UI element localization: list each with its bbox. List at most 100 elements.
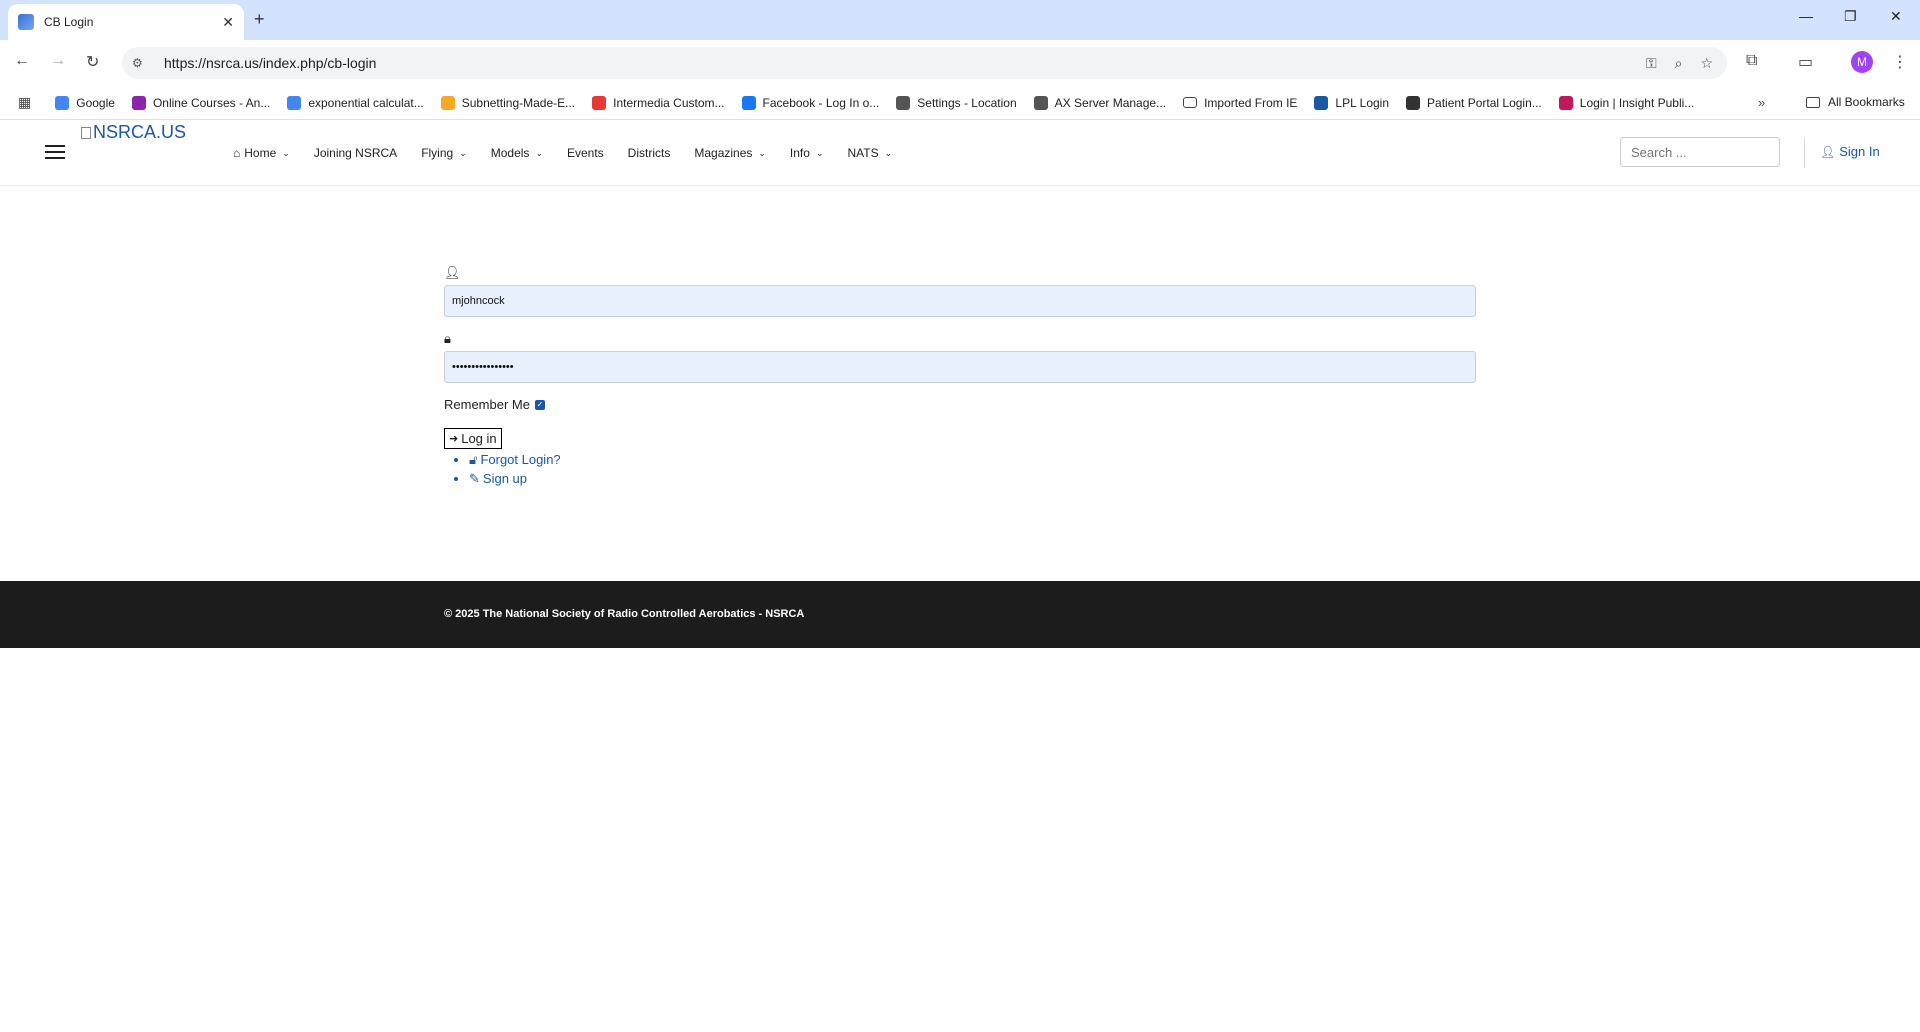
nav-item-flying[interactable]: Flying ⌄ — [421, 146, 467, 160]
nav-item-label: Joining NSRCA — [313, 146, 398, 160]
bookmark-label: Intermedia Custom... — [613, 95, 725, 110]
restore-icon[interactable]: ❐ — [1844, 8, 1857, 25]
bookmark-label: Login | Insight Publi... — [1579, 95, 1695, 110]
nav-item-models[interactable]: Models ⌄ — [491, 146, 543, 160]
broken-image-icon — [81, 126, 91, 139]
bookmark-item[interactable]: Subnetting-Made-E... — [440, 95, 576, 110]
login-button[interactable]: ➜ Log in — [444, 428, 502, 449]
back-icon[interactable]: ← — [14, 52, 30, 70]
chevron-down-icon: ⌄ — [459, 147, 467, 158]
chevron-down-icon: ⌄ — [884, 147, 893, 158]
bookmark-favicon-icon — [131, 95, 146, 110]
bookmark-item[interactable]: LPL Login — [1314, 95, 1390, 110]
nav-item-label: NATS — [847, 146, 879, 160]
header-divider — [1804, 138, 1805, 168]
zoom-icon[interactable]: ⌕ — [1675, 55, 1683, 72]
bookmark-label: Patient Portal Login... — [1427, 95, 1542, 110]
bookmarks-bar: ▦ Google Online Courses - An... exponentia… — [0, 86, 1920, 120]
site-info-icon[interactable]: ⚙ — [132, 56, 152, 70]
home-icon: ⌂ — [233, 146, 241, 160]
bookmark-item[interactable]: Online Courses - An... — [131, 95, 271, 110]
bookmark-item[interactable]: Settings - Location — [896, 95, 1017, 110]
reload-icon[interactable]: ↻ — [86, 52, 99, 72]
bookmark-favicon-icon — [1558, 95, 1573, 110]
nav-item-home[interactable]: ⌂ Home ⌄ — [233, 146, 290, 160]
chevron-down-icon: ⌄ — [535, 147, 543, 158]
browser-tab[interactable]: CB Login ✕ — [8, 4, 244, 40]
nav-item-events[interactable]: Events — [567, 146, 604, 160]
login-form: 👤︎ 🔒︎ Remember Me ✓ ➜ Log in 🔓︎Forgot Lo… — [444, 265, 1476, 490]
bookmark-item[interactable]: Imported From IE — [1183, 96, 1297, 110]
remember-me: Remember Me ✓ — [444, 397, 1476, 412]
all-bookmarks-button[interactable]: All Bookmarks — [1806, 95, 1905, 109]
bookmark-star-icon[interactable]: ☆ — [1700, 55, 1713, 72]
tab-close-icon[interactable]: ✕ — [222, 14, 234, 31]
bookmark-item[interactable]: AX Server Manage... — [1033, 95, 1166, 110]
password-key-icon[interactable]: ⚿ — [1646, 55, 1657, 72]
remember-me-checkbox[interactable]: ✓ — [534, 399, 545, 410]
bookmark-favicon-icon — [55, 95, 70, 110]
bookmark-favicon-icon — [440, 95, 455, 110]
bookmark-label: Google — [76, 95, 115, 110]
nav-item-label: Flying — [421, 146, 454, 160]
extensions-icon[interactable]: ⧉ — [1746, 52, 1757, 70]
bookmark-favicon-icon — [741, 95, 756, 110]
chevron-down-icon: ⌄ — [282, 147, 290, 158]
site-logo[interactable]: NSRCA.US — [81, 122, 186, 143]
nav-item-magazines[interactable]: Magazines ⌄ — [694, 146, 766, 160]
bookmark-label: LPL Login — [1335, 95, 1390, 110]
bookmark-label: Online Courses - An... — [152, 95, 271, 110]
nav-item-label: Info — [789, 146, 810, 160]
bookmark-item[interactable]: exponential calculat... — [287, 95, 424, 110]
user-icon: 👤︎ — [1820, 144, 1836, 159]
login-button-label: Log in — [461, 431, 497, 446]
login-links: 🔓︎Forgot Login? ✎Sign up — [469, 452, 1476, 487]
chevron-down-icon: ⌄ — [758, 147, 766, 158]
window-close-icon[interactable]: ✕ — [1890, 8, 1902, 25]
address-bar[interactable]: ⚙ https://nsrca.us/index.php/cb-login ⚿ … — [122, 47, 1727, 79]
menu-icon[interactable]: ⋮ — [1892, 52, 1908, 72]
bookmark-item[interactable]: Intermedia Custom... — [592, 95, 725, 110]
tab-favicon-icon — [18, 14, 34, 30]
bookmark-item[interactable]: Facebook - Log In o... — [741, 95, 879, 110]
bookmark-label: Settings - Location — [917, 95, 1017, 110]
sign-in-arrow-icon: ➜ — [449, 433, 459, 445]
nav-item-info[interactable]: Info ⌄ — [790, 146, 824, 160]
edit-icon: ✎ — [469, 471, 480, 486]
forgot-login-link[interactable]: Forgot Login? — [480, 452, 560, 467]
hamburger-menu-icon[interactable] — [45, 145, 65, 163]
tab-title: CB Login — [44, 15, 94, 29]
sign-up-link[interactable]: Sign up — [483, 471, 527, 486]
username-field[interactable] — [444, 285, 1476, 317]
new-tab-icon[interactable]: + — [254, 9, 265, 30]
nav-item-label: Districts — [627, 146, 671, 160]
sign-in-link[interactable]: 👤︎ Sign In — [1820, 144, 1880, 159]
apps-grid-icon[interactable]: ▦ — [18, 94, 31, 111]
browser-toolbar: ← → ↻ ⚙ https://nsrca.us/index.php/cb-lo… — [0, 40, 1920, 86]
nav-item-label: Magazines — [694, 146, 753, 160]
bookmark-favicon-icon — [1033, 95, 1048, 110]
footer-copyright: © 2025 The National Society of Radio Con… — [444, 608, 805, 620]
tab-search-icon[interactable]: ▭ — [1798, 52, 1813, 72]
bookmarks-list: Google Online Courses - An... exponential … — [55, 95, 1711, 110]
site-search-input[interactable] — [1620, 137, 1780, 167]
minimize-icon[interactable]: — — [1799, 8, 1813, 24]
bookmark-favicon-icon — [896, 95, 911, 110]
bookmark-item[interactable]: Login | Insight Publi... — [1558, 95, 1695, 110]
url-text: https://nsrca.us/index.php/cb-login — [164, 55, 377, 71]
bookmark-label: Subnetting-Made-E... — [461, 95, 576, 110]
bookmark-favicon-icon — [287, 95, 302, 110]
bookmark-favicon-icon — [1314, 95, 1329, 110]
folder-icon — [1806, 96, 1820, 108]
all-bookmarks-label: All Bookmarks — [1828, 95, 1905, 109]
nav-item-joining-nsrca[interactable]: Joining NSRCA — [314, 146, 397, 160]
bookmark-item[interactable]: Patient Portal Login... — [1406, 95, 1542, 110]
bookmark-label: exponential calculat... — [308, 95, 424, 110]
forward-icon[interactable]: → — [50, 52, 66, 70]
profile-avatar[interactable]: M — [1851, 51, 1873, 73]
password-field[interactable] — [444, 351, 1476, 383]
bookmark-item[interactable]: Google — [55, 95, 115, 110]
nav-item-districts[interactable]: Districts — [628, 146, 671, 160]
bookmarks-overflow-icon[interactable]: » — [1758, 95, 1765, 110]
nav-item-nats[interactable]: NATS ⌄ — [847, 146, 892, 160]
